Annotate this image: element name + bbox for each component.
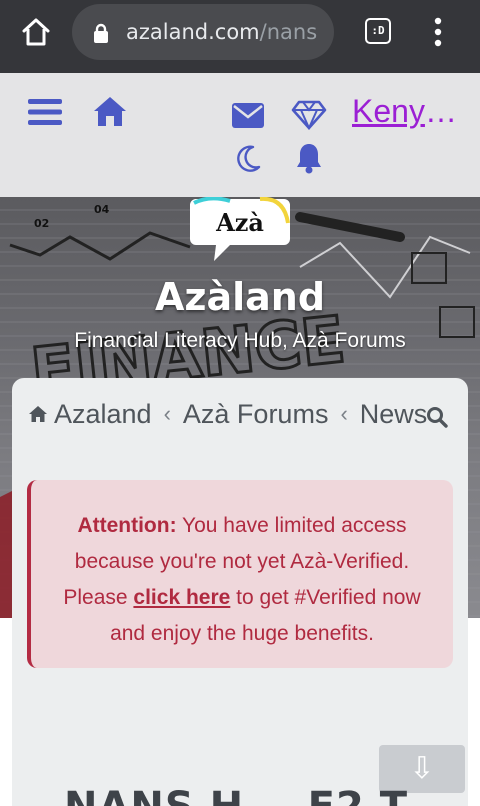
click-here-link[interactable]: click here xyxy=(133,586,230,609)
site-subtitle: Financial Literacy Hub, Azà Forums xyxy=(74,329,406,352)
bell-icon[interactable] xyxy=(295,142,323,174)
main-content: Azaland ‹ Azà Forums ‹ News Attention: Y… xyxy=(12,378,468,806)
username-link[interactable]: Kenybaby xyxy=(352,93,462,130)
site-header: Kenybaby xyxy=(0,73,480,197)
breadcrumb-item-news[interactable]: News xyxy=(360,399,428,430)
alert-strong: Attention: xyxy=(77,514,177,537)
moon-icon[interactable] xyxy=(235,145,261,173)
site-title: Azàland xyxy=(154,275,326,319)
more-vert-icon[interactable] xyxy=(427,16,449,48)
bg-number-02: 02 xyxy=(34,217,49,230)
site-logo[interactable]: Azà xyxy=(190,197,290,263)
lock-icon xyxy=(94,23,108,43)
search-icon[interactable] xyxy=(426,406,448,428)
thread-title-partial: NANS H... E2 T... xyxy=(64,784,451,806)
bg-number-04: 04 xyxy=(94,203,110,216)
breadcrumb-item-azaland[interactable]: Azaland xyxy=(54,399,152,430)
breadcrumb-separator: ‹ xyxy=(340,401,348,426)
tabs-icon[interactable]: :D xyxy=(365,18,391,44)
address-bar[interactable]: azaland.com/nans xyxy=(72,4,334,60)
menu-icon[interactable] xyxy=(28,97,62,127)
breadcrumb: Azaland ‹ Azà Forums ‹ News xyxy=(28,396,427,432)
verification-alert: Attention: You have limited access becau… xyxy=(27,480,453,668)
home-icon[interactable] xyxy=(20,16,52,48)
breadcrumb-item-aza-forums[interactable]: Azà Forums xyxy=(183,399,329,430)
home-icon[interactable] xyxy=(28,405,48,423)
browser-toolbar: azaland.com/nans :D xyxy=(0,0,480,73)
home-icon[interactable] xyxy=(93,95,127,127)
breadcrumb-separator: ‹ xyxy=(163,401,171,426)
logo-text: Azà xyxy=(215,208,264,237)
mail-icon[interactable] xyxy=(232,103,264,128)
url-text: azaland.com/nans xyxy=(126,20,318,44)
diamond-icon[interactable] xyxy=(291,100,327,130)
